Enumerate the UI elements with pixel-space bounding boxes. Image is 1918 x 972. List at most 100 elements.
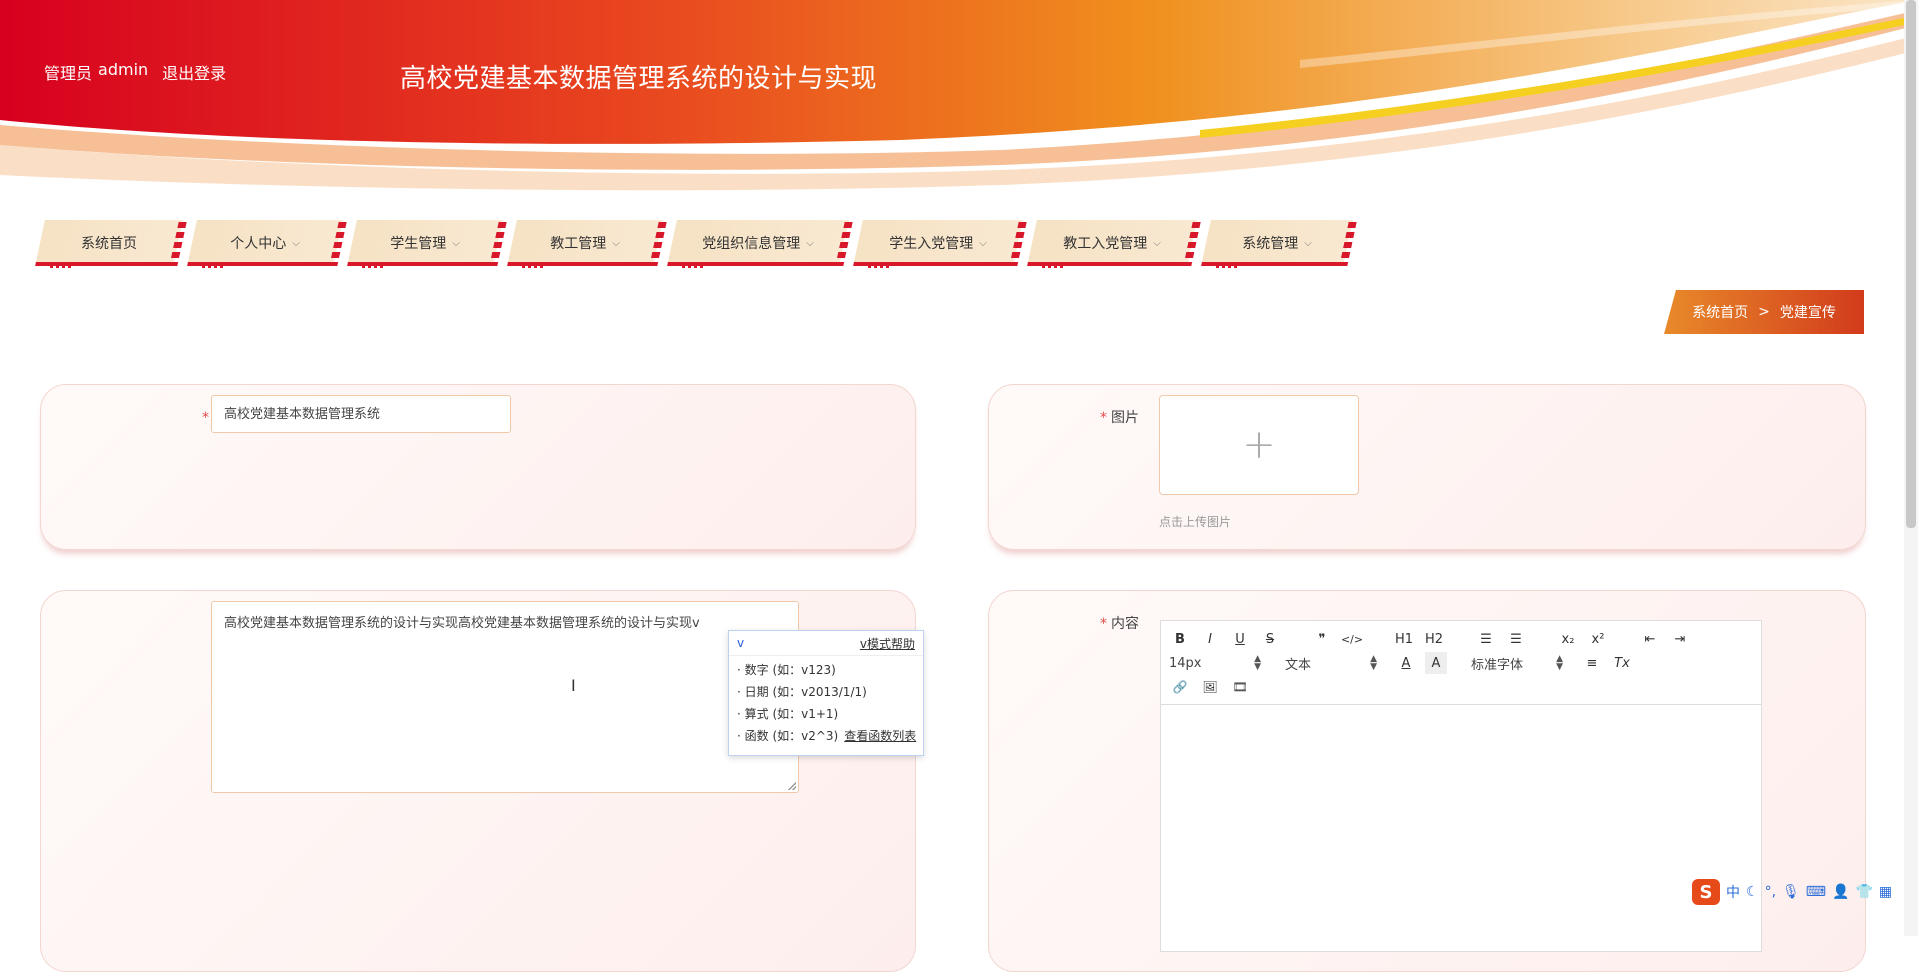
image-icon[interactable]: 🖼 (1199, 676, 1221, 698)
chevron-down-icon: ⌵ (292, 237, 300, 249)
required-mark: * (1100, 410, 1107, 426)
editor-toolbar: B I U S ❞ </> H1 H2 ☰ ☰ x₂ x² ⇤ ⇥ 14px ▲ ▼ (1161, 621, 1761, 705)
nav-item-student-party-join[interactable]: 学生入党管理 ⌵ (853, 220, 1027, 268)
nav-item-staff-party-join[interactable]: 教工入党管理 ⌵ (1027, 220, 1201, 268)
required-mark: * (1100, 616, 1107, 632)
ime-line-date: · 日期 (如：v2013/1/1) (737, 685, 867, 699)
rich-text-editor: B I U S ❞ </> H1 H2 ☰ ☰ x₂ x² ⇤ ⇥ 14px ▲ ▼ (1160, 620, 1762, 952)
user-role: 管理员 (44, 64, 93, 83)
nav-label: 学生管理 (390, 236, 447, 252)
sogou-logo-icon[interactable]: S (1692, 879, 1720, 905)
superscript-button[interactable]: x² (1587, 628, 1609, 650)
strike-button[interactable]: S (1259, 628, 1281, 650)
ordered-list-icon[interactable]: ☰ (1475, 628, 1497, 650)
clear-format-icon[interactable]: Tx (1611, 652, 1633, 674)
chevron-down-icon: ⌵ (1153, 237, 1161, 249)
chevron-down-icon: ⌵ (979, 237, 987, 249)
resize-handle[interactable] (788, 782, 796, 790)
microphone-icon[interactable]: 🎙 (1782, 884, 1800, 900)
align-icon[interactable]: ≡ (1581, 652, 1603, 674)
nav-label: 个人中心 (230, 236, 287, 252)
h2-button[interactable]: H2 (1423, 628, 1445, 650)
chevron-down-icon: ⌵ (806, 237, 814, 249)
font-size-select[interactable]: 14px ▲ ▼ (1169, 654, 1261, 672)
text-cursor-icon: I (571, 676, 576, 695)
breadcrumb: 系统首页 > 党建宣传 (1664, 290, 1864, 334)
nav-label: 教工入党管理 (1063, 236, 1148, 252)
underline-button[interactable]: U (1229, 628, 1251, 650)
summary-text: 高校党建基本数据管理系统的设计与实现高校党建基本数据管理系统的设计与实现v (224, 616, 700, 631)
skin-icon[interactable]: 👕 (1855, 884, 1872, 900)
breadcrumb-separator: > (1758, 304, 1770, 320)
breadcrumb-current: 党建宣传 (1779, 305, 1836, 321)
ime-help-link[interactable]: v模式帮助 (860, 635, 915, 652)
updown-icon: ▲ ▼ (1370, 654, 1377, 672)
text-color-icon[interactable]: A (1395, 652, 1417, 674)
background-color-icon[interactable]: A (1425, 652, 1447, 674)
required-mark: * (202, 410, 209, 426)
ime-line-number: · 数字 (如：v123) (737, 663, 836, 677)
h1-button[interactable]: H1 (1393, 628, 1415, 650)
link-icon[interactable]: 🔗 (1169, 676, 1191, 698)
apps-icon[interactable]: ▦ (1879, 884, 1892, 900)
nav-item-personal-center[interactable]: 个人中心 ⌵ (187, 220, 347, 268)
username: admin (98, 60, 149, 79)
header-banner: 管理员 admin 退出登录 高校党建基本数据管理系统的设计与实现 (0, 0, 1918, 200)
nav-label: 系统首页 (81, 236, 137, 252)
nav-item-student-management[interactable]: 学生管理 ⌵ (347, 220, 507, 268)
image-upload-hint: 点击上传图片 (1159, 515, 1232, 529)
nav-label: 党组织信息管理 (702, 236, 801, 252)
title-input[interactable]: 高校党建基本数据管理系统 (211, 395, 511, 433)
subscript-button[interactable]: x₂ (1557, 628, 1579, 650)
ime-mode-toggle[interactable]: 中 (1726, 882, 1740, 902)
outdent-icon[interactable]: ⇤ (1639, 628, 1661, 650)
content-label: * 内容 (1100, 616, 1139, 632)
italic-button[interactable]: I (1199, 628, 1221, 650)
chevron-down-icon: ⌵ (452, 237, 460, 249)
nav-label: 系统管理 (1242, 236, 1299, 252)
title-card: *标题 高校党建基本数据管理系统 (40, 384, 916, 550)
bold-button[interactable]: B (1169, 628, 1191, 650)
ime-input-text: v (737, 636, 745, 650)
keyboard-icon[interactable]: ⌨ (1806, 884, 1826, 900)
main-nav: 系统首页 个人中心 ⌵ 学生管理 ⌵ 教工管理 ⌵ 党组织信息管理 ⌵ 学生入党管理 ⌵ … (35, 220, 1362, 272)
updown-icon: ▲ ▼ (1254, 654, 1261, 672)
admin-bar: 管理员 admin 退出登录 (44, 60, 226, 84)
nav-item-system-management[interactable]: 系统管理 ⌵ (1201, 220, 1357, 268)
chevron-down-icon: ⌵ (1304, 237, 1312, 249)
nav-label: 教工管理 (550, 236, 607, 252)
nav-item-party-org-management[interactable]: 党组织信息管理 ⌵ (667, 220, 853, 268)
image-upload-button[interactable]: + (1159, 395, 1359, 495)
image-card: * 图片 + 点击上传图片 (988, 384, 1866, 550)
paragraph-select[interactable]: 文本 ▲ ▼ (1285, 654, 1377, 673)
code-block-button[interactable]: </> (1341, 628, 1363, 650)
site-title: 高校党建基本数据管理系统的设计与实现 (400, 64, 878, 94)
summary-textarea[interactable]: 高校党建基本数据管理系统的设计与实现高校党建基本数据管理系统的设计与实现v (211, 601, 799, 793)
logout-link[interactable]: 退出登录 (162, 60, 226, 84)
ime-line-function: · 函数 (如：v2^3) 查看函数列表 (737, 729, 917, 743)
banner-waves (0, 0, 1918, 191)
breadcrumb-home[interactable]: 系统首页 (1692, 302, 1748, 322)
video-icon[interactable]: 🎞 (1229, 676, 1251, 698)
ime-candidate-popup: v v模式帮助 · 数字 (如：v123) · 日期 (如：v2013/1/1)… (728, 630, 924, 756)
scrollbar-thumb[interactable] (1906, 0, 1916, 528)
user-icon[interactable]: 👤 (1832, 884, 1849, 900)
ime-status-bar: S 中 ☾ °, 🎙 ⌨ 👤 👕 ▦ (1692, 878, 1892, 906)
nav-item-home[interactable]: 系统首页 (35, 220, 187, 268)
indent-icon[interactable]: ⇥ (1669, 628, 1691, 650)
nav-item-staff-management[interactable]: 教工管理 ⌵ (507, 220, 667, 268)
image-label: * 图片 (1100, 410, 1139, 426)
plus-icon: + (1242, 422, 1276, 468)
updown-icon: ▲ ▼ (1556, 654, 1563, 672)
font-family-select[interactable]: 标准字体 ▲ ▼ (1471, 654, 1563, 673)
ime-line-formula: · 算式 (如：v1+1) (737, 707, 839, 721)
quote-button[interactable]: ❞ (1311, 628, 1333, 650)
bullet-list-icon[interactable]: ☰ (1505, 628, 1527, 650)
chevron-down-icon: ⌵ (612, 237, 620, 249)
moon-icon[interactable]: ☾ (1746, 884, 1759, 900)
page-scrollbar[interactable] (1904, 0, 1918, 936)
nav-label: 学生入党管理 (889, 236, 974, 252)
ime-function-list-link[interactable]: 查看函数列表 (844, 729, 916, 743)
editor-content-area[interactable] (1161, 705, 1761, 945)
punctuation-icon[interactable]: °, (1765, 884, 1776, 900)
